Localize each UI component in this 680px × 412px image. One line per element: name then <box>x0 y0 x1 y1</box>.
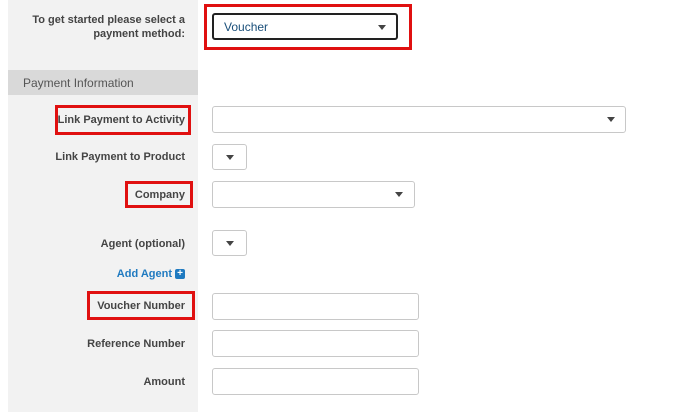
reference-number-label: Reference Number <box>87 338 185 350</box>
link-activity-select[interactable] <box>212 106 626 133</box>
section-header: Payment Information <box>8 70 198 95</box>
caret-down-icon <box>395 192 403 197</box>
voucher-number-input[interactable] <box>212 293 419 320</box>
caret-down-icon <box>378 25 386 30</box>
reference-number-input[interactable] <box>212 330 419 357</box>
amount-input[interactable] <box>212 368 419 395</box>
amount-label: Amount <box>143 376 185 388</box>
agent-label: Agent (optional) <box>100 238 185 250</box>
company-label: Company <box>134 189 185 201</box>
caret-down-icon <box>226 241 234 246</box>
add-agent-link[interactable]: Add Agent + <box>117 268 185 280</box>
section-title: Payment Information <box>23 76 134 90</box>
caret-down-icon <box>607 117 615 122</box>
link-product-label: Link Payment to Product <box>55 151 185 163</box>
voucher-number-label: Voucher Number <box>97 300 185 312</box>
add-agent-label: Add Agent <box>116 268 172 280</box>
link-activity-label: Link Payment to Activity <box>57 114 185 126</box>
payment-method-prompt: To get started please select a payment m… <box>32 14 185 40</box>
payment-method-select[interactable]: Voucher <box>212 13 398 40</box>
link-product-select[interactable] <box>212 144 247 170</box>
company-select[interactable] <box>212 181 415 208</box>
agent-select[interactable] <box>212 230 247 256</box>
caret-down-icon <box>226 155 234 160</box>
payment-method-value: Voucher <box>224 20 269 34</box>
plus-icon: + <box>175 269 185 279</box>
